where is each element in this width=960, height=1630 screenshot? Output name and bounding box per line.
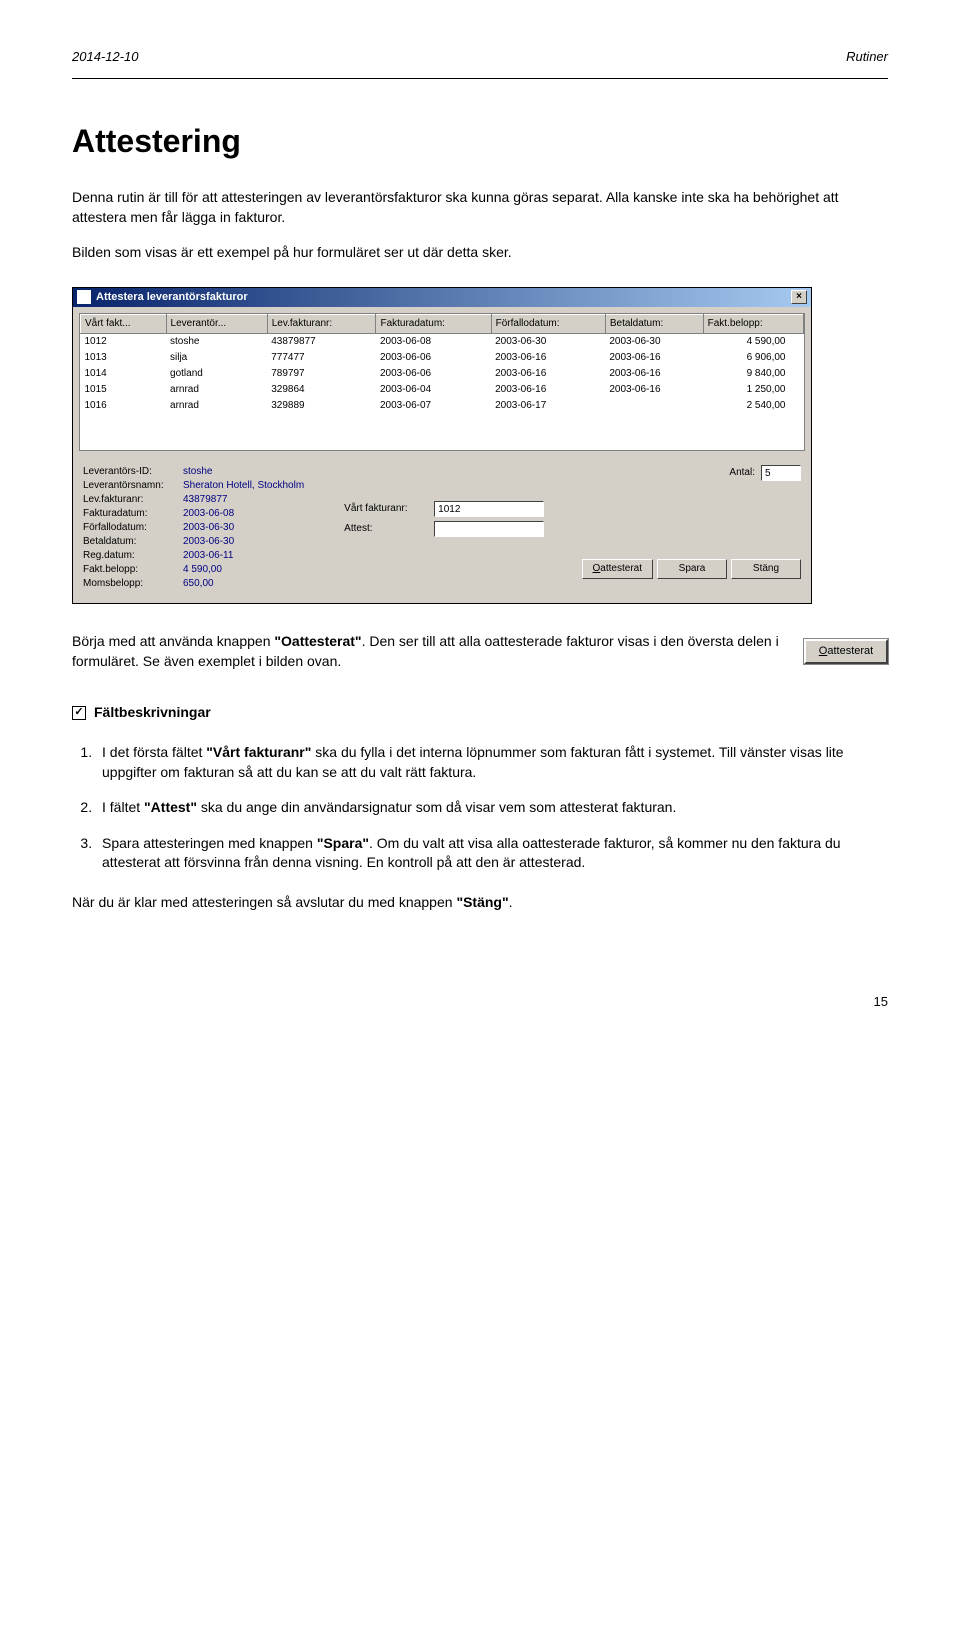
label-mb: Momsbelopp:: [83, 577, 183, 591]
col-lev-fakturanr[interactable]: Lev.fakturanr:: [267, 315, 376, 334]
list-item: I det första fältet "Vårt fakturanr" ska…: [96, 743, 888, 782]
label-fb: Fakt.belopp:: [83, 563, 183, 577]
intro-paragraph-1: Denna rutin är till för att attesteringe…: [72, 188, 888, 227]
table-row: 1014gotland7897972003-06-062003-06-16200…: [81, 366, 804, 382]
value-lname: Sheraton Hotell, Stockholm: [183, 479, 304, 493]
value-fdate: 2003-06-08: [183, 507, 234, 521]
dialog-icon: [77, 290, 91, 304]
page-number: 15: [72, 993, 888, 1011]
antal-label: Antal:: [729, 466, 755, 480]
label-lid: Leverantörs-ID:: [83, 465, 183, 479]
invoice-details: Leverantörs-ID:stoshe Leverantörsnamn:Sh…: [83, 465, 304, 591]
middle-paragraph: Börja med att använda knappen "Oattester…: [72, 632, 788, 671]
label-lname: Leverantörsnamn:: [83, 479, 183, 493]
attest-field[interactable]: [434, 521, 544, 537]
list-item: I fältet "Attest" ska du ange din använd…: [96, 798, 888, 818]
stang-button[interactable]: Stäng: [731, 559, 801, 579]
value-bdate: 2003-06-30: [183, 535, 234, 549]
col-forfallodatum[interactable]: Förfallodatum:: [491, 315, 605, 334]
check-icon: ✓: [72, 706, 86, 720]
value-lfnr: 43879877: [183, 493, 228, 507]
spara-button[interactable]: Spara: [657, 559, 727, 579]
close-icon[interactable]: ×: [791, 290, 807, 304]
col-betaldatum[interactable]: Betaldatum:: [605, 315, 703, 334]
value-mb: 650,00: [183, 577, 214, 591]
list-item: Spara attesteringen med knappen "Spara".…: [96, 834, 888, 873]
col-faktbelopp[interactable]: Fakt.belopp:: [703, 315, 803, 334]
attest-dialog: Attestera leverantörsfakturor × Vårt fak…: [72, 287, 812, 604]
col-fakturadatum[interactable]: Fakturadatum:: [376, 315, 491, 334]
page-header: 2014-12-10 Rutiner: [72, 48, 888, 66]
value-fb: 4 590,00: [183, 563, 222, 577]
label-fdate: Fakturadatum:: [83, 507, 183, 521]
value-lid: stoshe: [183, 465, 212, 479]
table-row: 1012stoshe438798772003-06-082003-06-3020…: [81, 334, 804, 351]
header-divider: [72, 78, 888, 79]
header-date: 2014-12-10: [72, 48, 139, 66]
intro-paragraph-2: Bilden som visas är ett exempel på hur f…: [72, 243, 888, 263]
header-section: Rutiner: [846, 48, 888, 66]
field-descriptions-list: I det första fältet "Vårt fakturanr" ska…: [72, 743, 888, 873]
invoice-table[interactable]: Vårt fakt... Leverantör... Lev.fakturanr…: [80, 314, 804, 414]
label-rdate: Reg.datum:: [83, 549, 183, 563]
value-ffdate: 2003-06-30: [183, 521, 234, 535]
closing-paragraph: När du är klar med attesteringen så avsl…: [72, 893, 888, 913]
value-rdate: 2003-06-11: [183, 549, 233, 563]
vart-fakturanr-field[interactable]: [434, 501, 544, 517]
oattesterat-inline-button[interactable]: Oattesterat: [804, 639, 888, 664]
label-ffdate: Förfallodatum:: [83, 521, 183, 535]
intro-block: Denna rutin är till för att attesteringe…: [72, 188, 888, 263]
label-lfnr: Lev.fakturanr:: [83, 493, 183, 507]
attest-label: Attest:: [344, 522, 434, 536]
table-header-row: Vårt fakt... Leverantör... Lev.fakturanr…: [81, 315, 804, 334]
dialog-title: Attestera leverantörsfakturor: [96, 290, 248, 305]
col-vart-fakt[interactable]: Vårt fakt...: [81, 315, 167, 334]
dialog-titlebar: Attestera leverantörsfakturor ×: [73, 288, 811, 307]
oattesterat-button[interactable]: Oattesterat: [582, 559, 653, 579]
table-row: 1016arnrad3298892003-06-072003-06-172 54…: [81, 398, 804, 414]
vart-fakturanr-label: Vårt fakturanr:: [344, 502, 434, 516]
table-row: 1013silja7774772003-06-062003-06-162003-…: [81, 350, 804, 366]
invoice-table-wrap: Vårt fakt... Leverantör... Lev.fakturanr…: [79, 313, 805, 451]
page-title: Attestering: [72, 119, 888, 164]
field-descriptions-heading: ✓ Fältbeskrivningar: [72, 703, 888, 723]
col-leverantor[interactable]: Leverantör...: [166, 315, 267, 334]
antal-field[interactable]: [761, 465, 801, 481]
label-bdate: Betaldatum:: [83, 535, 183, 549]
table-row: 1015arnrad3298642003-06-042003-06-162003…: [81, 382, 804, 398]
